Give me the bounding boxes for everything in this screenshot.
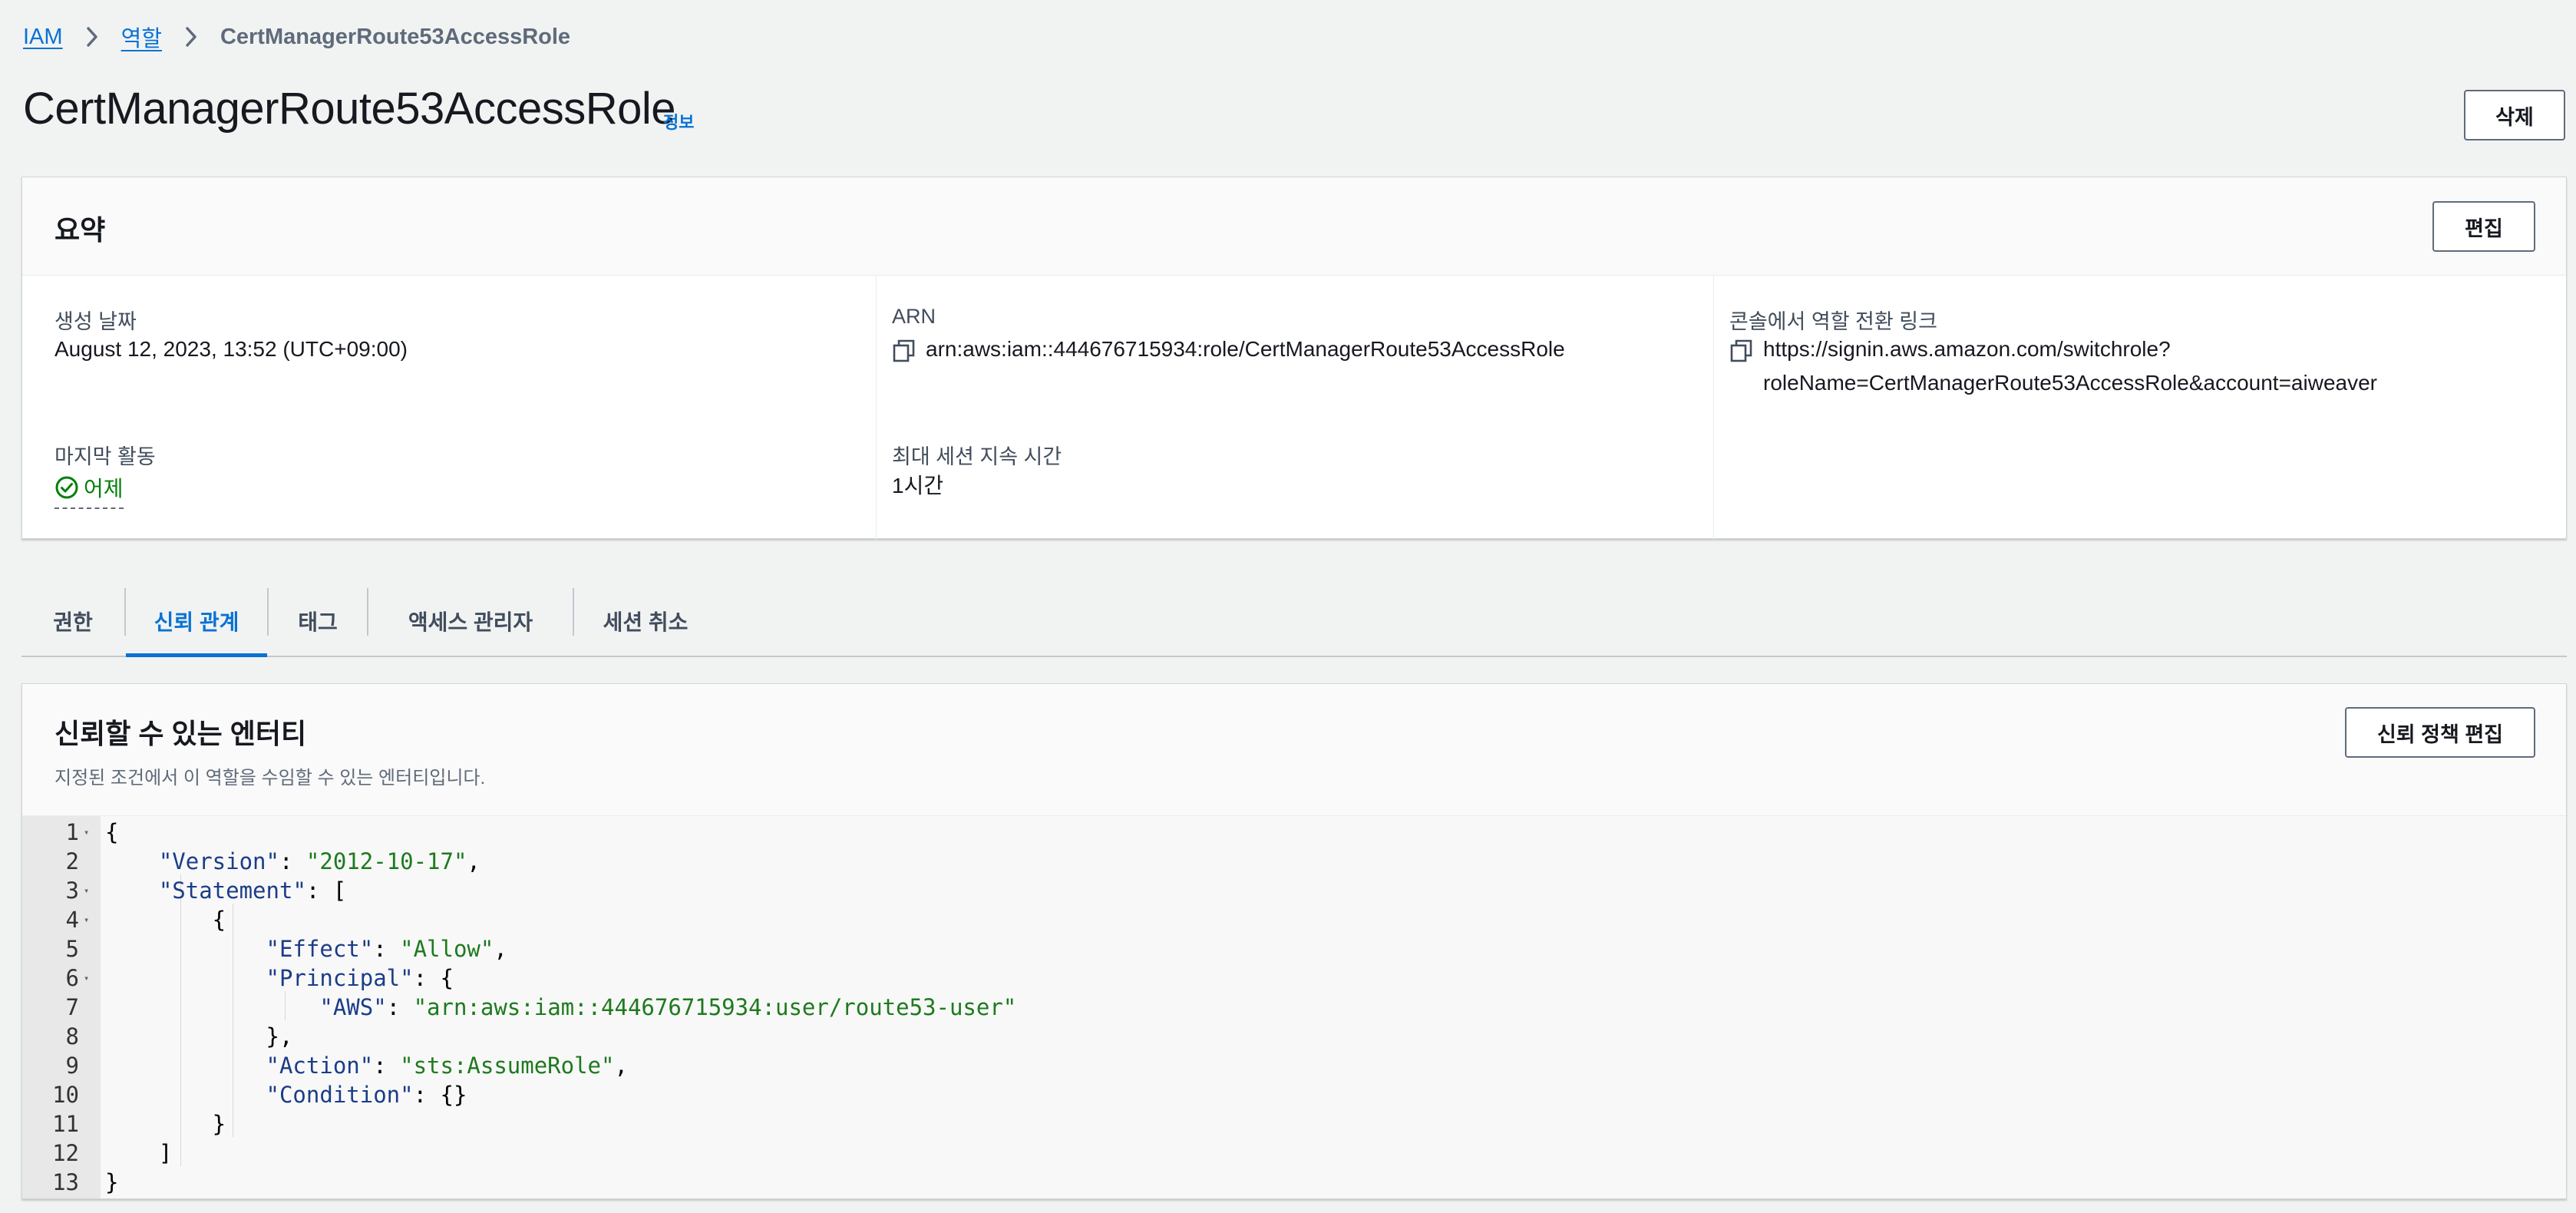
trusted-entities-panel: 신뢰할 수 있는 엔터티 지정된 조건에서 이 역할을 수임할 수 있는 엔터티… xyxy=(21,683,2567,1199)
code-line: 10 "Condition": {} xyxy=(22,1080,2566,1109)
tab-label: 신뢰 관계 xyxy=(154,610,239,634)
line-number: 5 xyxy=(65,936,79,962)
tab-label: 세션 취소 xyxy=(603,610,689,634)
code-text: "AWS": "arn:aws:iam::444676715934:user/r… xyxy=(319,994,1017,1020)
tab-permissions[interactable]: 권한 xyxy=(21,587,124,656)
tab-trust-relationships[interactable]: 신뢰 관계 xyxy=(126,587,267,657)
code-line: 9 "Action": "sts:AssumeRole", xyxy=(22,1051,2566,1080)
switch-role-link-line-1[interactable]: https://signin.aws.amazon.com/switchrole… xyxy=(1763,332,2171,366)
line-number: 2 xyxy=(65,848,79,874)
breadcrumb-link-roles[interactable]: 역할 xyxy=(121,21,162,53)
trusted-entities-title: 신뢰할 수 있는 엔터티 xyxy=(54,718,307,749)
switch-role-link-label: 콘솔에서 역할 전환 링크 xyxy=(1729,310,1937,333)
code-line: 12 ] xyxy=(22,1139,2566,1168)
edit-trust-policy-button[interactable]: 신뢰 정책 편집 xyxy=(2345,707,2535,758)
summary-header: 요약 편집 xyxy=(22,177,2566,276)
summary-column-2: ARN arn:aws:iam::444676715934:role/CertM… xyxy=(876,276,1713,540)
last-activity-value: 어제 xyxy=(84,477,124,501)
code-text: "Condition": {} xyxy=(266,1082,467,1108)
tab-label: 권한 xyxy=(53,610,93,634)
success-check-icon xyxy=(54,475,79,500)
summary-column-1: 생성 날짜 August 12, 2023, 13:52 (UTC+09:00)… xyxy=(22,276,876,540)
edit-button[interactable]: 편집 xyxy=(2432,201,2535,252)
code-text: "Action": "sts:AssumeRole", xyxy=(266,1053,628,1079)
max-session-value: 1시간 xyxy=(892,474,944,497)
breadcrumb: IAM 역할 CertManagerRoute53AccessRole xyxy=(23,20,570,54)
code-line: 4 ▾ { xyxy=(22,905,2566,934)
code-text: { xyxy=(105,819,119,845)
line-number: 6 xyxy=(65,965,79,991)
copy-icon[interactable] xyxy=(1729,339,1754,363)
last-activity-label: 마지막 활동 xyxy=(54,445,156,468)
fold-toggle-icon[interactable]: ▾ xyxy=(84,905,96,934)
created-date-value: August 12, 2023, 13:52 (UTC+09:00) xyxy=(54,337,408,361)
code-text: } xyxy=(105,1169,119,1195)
line-number: 4 xyxy=(65,907,79,933)
switch-role-link-line-2[interactable]: roleName=CertManagerRoute53AccessRole&ac… xyxy=(1763,366,2377,400)
line-number: 8 xyxy=(65,1023,79,1049)
fold-toggle-icon[interactable]: ▾ xyxy=(84,876,96,905)
line-number: 13 xyxy=(52,1169,79,1195)
tab-revoke-sessions[interactable]: 세션 취소 xyxy=(574,587,717,656)
code-line: 13} xyxy=(22,1168,2566,1197)
arn-value: arn:aws:iam::444676715934:role/CertManag… xyxy=(926,337,1565,361)
breadcrumb-link-iam[interactable]: IAM xyxy=(23,25,63,50)
fold-toggle-icon[interactable]: ▾ xyxy=(84,818,96,847)
breadcrumb-current: CertManagerRoute53AccessRole xyxy=(220,24,571,49)
code-text: "Statement": [ xyxy=(158,878,347,904)
code-text: "Version": "2012-10-17", xyxy=(158,848,481,874)
arn-label: ARN xyxy=(892,305,936,328)
line-number: 11 xyxy=(52,1111,79,1137)
summary-panel: 요약 편집 생성 날짜 August 12, 2023, 13:52 (UTC+… xyxy=(21,177,2568,540)
code-text: } xyxy=(105,1111,226,1137)
line-number: 10 xyxy=(52,1082,79,1108)
trust-policy-code-editor[interactable]: 1 ▾{2 "Version": "2012-10-17", 3 ▾ "Stateme… xyxy=(22,816,2566,1198)
code-line: 5 "Effect": "Allow", xyxy=(22,934,2566,963)
code-line: 8 }, xyxy=(22,1022,2566,1051)
code-text: { xyxy=(105,907,226,933)
copy-icon[interactable] xyxy=(892,339,916,363)
fold-toggle-icon[interactable]: ▾ xyxy=(84,963,96,993)
last-activity-status[interactable]: 어제 xyxy=(54,471,124,509)
tab-list: 권한 신뢰 관계 태그 액세스 관리자 세션 취소 xyxy=(21,587,2567,657)
trusted-entities-header: 신뢰할 수 있는 엔터티 지정된 조건에서 이 역할을 수임할 수 있는 엔터티… xyxy=(22,684,2566,816)
trusted-entities-description: 지정된 조건에서 이 역할을 수임할 수 있는 엔터티입니다. xyxy=(54,768,486,788)
chevron-right-icon xyxy=(174,20,208,54)
tab-label: 액세스 관리자 xyxy=(408,610,533,634)
code-line: 7 "AWS": "arn:aws:iam::444676715934:user… xyxy=(22,993,2566,1022)
line-number: 7 xyxy=(65,994,79,1020)
summary-title: 요약 xyxy=(54,214,106,246)
chevron-right-icon xyxy=(75,20,109,54)
line-number: 9 xyxy=(65,1053,79,1079)
page-title: CertManagerRoute53AccessRole xyxy=(23,84,676,134)
tab-access-advisor[interactable]: 액세스 관리자 xyxy=(368,587,573,656)
code-text: "Principal": { xyxy=(266,965,454,991)
code-line: 11 } xyxy=(22,1109,2566,1139)
code-text: ] xyxy=(105,1140,173,1166)
code-line: 2 "Version": "2012-10-17", xyxy=(22,847,2566,876)
code-line: 3 ▾ "Statement": [ xyxy=(22,876,2566,905)
code-line: 6 ▾ "Principal": { xyxy=(22,963,2566,993)
line-number: 12 xyxy=(52,1140,79,1166)
info-link[interactable]: 정보 xyxy=(663,109,694,134)
line-number: 1 xyxy=(65,819,79,845)
summary-column-3: 콘솔에서 역할 전환 링크 https://signin.aws.amazon.… xyxy=(1713,276,2568,540)
delete-button[interactable]: 삭제 xyxy=(2464,90,2565,140)
tab-label: 태그 xyxy=(298,610,338,634)
line-number: 3 xyxy=(65,878,79,904)
code-line: 1 ▾ { xyxy=(22,818,2566,847)
tab-tags[interactable]: 태그 xyxy=(269,587,367,656)
created-date-label: 생성 날짜 xyxy=(54,310,137,333)
max-session-label: 최대 세션 지속 시간 xyxy=(892,445,1062,468)
code-text: }, xyxy=(105,1023,293,1049)
code-text: "Effect": "Allow", xyxy=(266,936,507,962)
